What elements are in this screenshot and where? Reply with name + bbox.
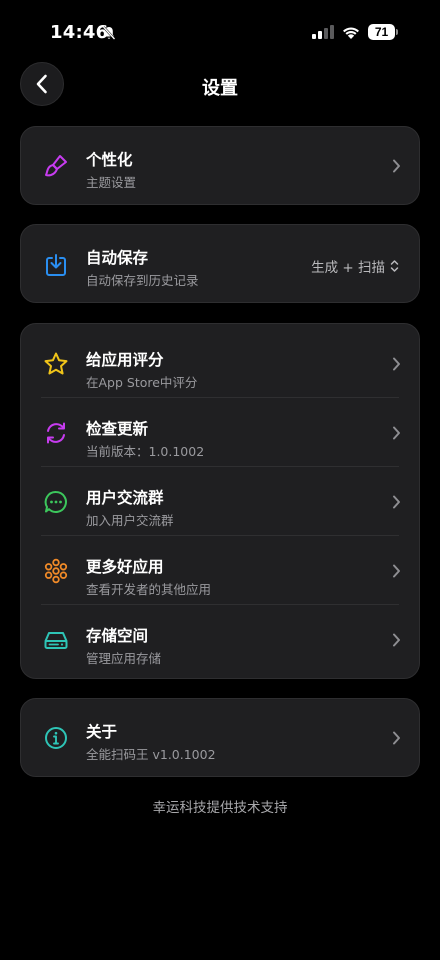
check-update-subtitle: 当前版本：1.0.1002	[86, 444, 205, 459]
autosave-mode-value: 生成 + 扫描	[311, 260, 385, 276]
brush-icon	[45, 155, 67, 177]
chevron-up-down-icon	[390, 260, 399, 272]
chevron-right-icon	[393, 495, 400, 509]
flower-icon	[44, 558, 68, 584]
cellular-signal-icon	[312, 25, 334, 39]
autosave-mode-select[interactable]: 生成 + 扫描	[311, 256, 399, 276]
rate-app-row[interactable]: 给应用评分 在App Store中评分	[21, 329, 419, 398]
battery-indicator: 71	[368, 24, 399, 40]
rate-app-title: 给应用评分	[86, 351, 164, 369]
personalization-title: 个性化	[86, 151, 133, 169]
user-group-title: 用户交流群	[86, 489, 164, 507]
about-subtitle: 全能扫码王 v1.0.1002	[86, 747, 216, 762]
check-update-row[interactable]: 检查更新 当前版本：1.0.1002	[21, 398, 419, 467]
storage-title: 存储空间	[86, 627, 149, 645]
autosave-title: 自动保存	[86, 249, 149, 267]
about-row[interactable]: 关于 全能扫码王 v1.0.1002	[21, 699, 419, 776]
about-title: 关于	[86, 723, 118, 741]
battery-level: 71	[368, 24, 395, 40]
autosave-card: 自动保存 自动保存到历史记录 生成 + 扫描	[20, 224, 420, 303]
chevron-right-icon	[393, 633, 400, 647]
status-bar: 14:46 71	[0, 0, 440, 64]
storage-row[interactable]: 存储空间 管理应用存储	[21, 605, 419, 674]
rate-app-subtitle: 在App Store中评分	[86, 375, 198, 390]
more-apps-row[interactable]: 更多好应用 查看开发者的其他应用	[21, 536, 419, 605]
nav-bar: 设置	[0, 62, 440, 108]
autosave-row[interactable]: 自动保存 自动保存到历史记录 生成 + 扫描	[21, 225, 419, 302]
page-title: 设置	[202, 78, 238, 99]
personalization-subtitle: 主题设置	[86, 175, 137, 190]
chevron-right-icon	[393, 731, 400, 745]
chevron-right-icon	[393, 159, 400, 173]
personalization-row[interactable]: 个性化 主题设置	[21, 127, 419, 204]
chat-icon	[44, 490, 67, 513]
bell-muted-icon	[102, 26, 116, 40]
more-apps-subtitle: 查看开发者的其他应用	[86, 582, 212, 597]
storage-icon	[44, 632, 68, 649]
user-group-row[interactable]: 用户交流群 加入用户交流群	[21, 467, 419, 536]
about-card: 关于 全能扫码王 v1.0.1002	[20, 698, 420, 777]
star-icon	[44, 352, 68, 375]
download-icon	[46, 254, 66, 276]
autosave-subtitle: 自动保存到历史记录	[86, 273, 199, 288]
info-icon	[45, 727, 67, 749]
status-time: 14:46	[50, 22, 109, 43]
storage-subtitle: 管理应用存储	[86, 651, 162, 666]
chevron-right-icon	[393, 564, 400, 578]
chevron-right-icon	[393, 426, 400, 440]
chevron-right-icon	[393, 357, 400, 371]
wifi-icon	[343, 27, 359, 39]
settings-list-card: 给应用评分 在App Store中评分 检查更新 当前版本：1.0.1002 用…	[20, 323, 420, 679]
footer-credit: 幸运科技提供技术支持	[152, 800, 288, 816]
personalization-card: 个性化 主题设置	[20, 126, 420, 205]
user-group-subtitle: 加入用户交流群	[86, 513, 174, 528]
more-apps-title: 更多好应用	[86, 558, 164, 576]
refresh-icon	[47, 422, 65, 444]
check-update-title: 检查更新	[86, 420, 149, 438]
